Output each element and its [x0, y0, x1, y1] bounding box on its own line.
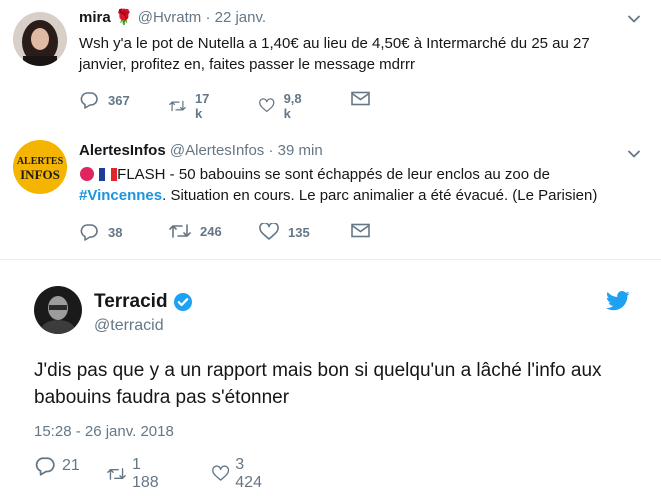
tweet-header: AlertesInfos @AlertesInfos · 39 min — [79, 142, 323, 159]
heart-icon — [259, 98, 275, 113]
retweet-icon — [107, 468, 126, 480]
reply-button[interactable]: 38 — [79, 223, 122, 241]
chevron-down-icon[interactable] — [627, 12, 641, 26]
tweet-header: mira 🌹 @Hvratm · 22 janv. — [79, 8, 266, 26]
reply-icon — [80, 92, 98, 109]
reply-button[interactable]: 21 — [34, 456, 80, 476]
twitter-bird-icon[interactable] — [606, 291, 630, 311]
reply-button[interactable]: 367 — [79, 91, 130, 109]
verified-badge-icon — [173, 293, 192, 311]
retweet-icon — [169, 224, 191, 238]
reply-icon — [80, 224, 98, 241]
red-circle-icon — [80, 167, 94, 181]
reply-count: 21 — [62, 457, 80, 474]
retweet-button[interactable]: 17 k — [169, 91, 214, 121]
timestamp[interactable]: 39 min — [278, 142, 323, 159]
author-display-name[interactable]: Terracid — [94, 291, 168, 313]
handle[interactable]: @Hvratm — [138, 9, 202, 26]
message-button[interactable] — [351, 223, 370, 238]
envelope-icon — [351, 223, 370, 238]
reply-count: 38 — [108, 224, 123, 240]
separator: · — [268, 142, 274, 159]
embedded-timestamp[interactable]: 15:28 - 26 janv. 2018 — [34, 423, 174, 440]
hashtag-link[interactable]: #Vincennes — [79, 187, 162, 204]
retweet-count: 246 — [200, 223, 222, 239]
france-flag-icon — [99, 168, 118, 181]
author-name[interactable]: Terracid — [94, 291, 193, 313]
rose-emoji: 🌹 — [114, 9, 134, 26]
tweet-text: FLASH - 50 babouins se sont échappés de … — [79, 164, 619, 206]
message-button[interactable] — [351, 91, 370, 106]
heart-icon — [259, 223, 279, 240]
tweet-text: Wsh y'a le pot de Nutella a 1,40€ au lie… — [79, 35, 590, 73]
like-button[interactable]: 9,8 k — [259, 91, 306, 121]
heart-icon — [212, 465, 230, 481]
tweet-mira[interactable]: mira 🌹 @Hvratm · 22 janv. Wsh y'a le pot… — [0, 0, 661, 124]
retweet-button[interactable]: 246 — [169, 223, 222, 239]
reply-icon — [35, 457, 55, 476]
like-count: 135 — [288, 224, 310, 240]
tweet-text-suffix: . Situation en cours. Le parc animalier … — [162, 187, 598, 204]
avatar-mira[interactable] — [13, 12, 67, 66]
avatar-logo-text-1: ALERTES — [17, 156, 64, 167]
tweet-alertesinfos[interactable]: ALERTES INFOS AlertesInfos @AlertesInfos… — [0, 127, 661, 260]
retweet-button[interactable]: 1 188 — [107, 456, 164, 492]
author-handle[interactable]: @terracid — [94, 317, 164, 335]
retweet-icon — [169, 100, 186, 112]
display-name[interactable]: AlertesInfos — [79, 142, 166, 159]
handle[interactable]: @AlertesInfos — [170, 142, 264, 159]
separator: · — [205, 9, 211, 26]
timestamp[interactable]: 22 janv. — [215, 9, 266, 26]
avatar-logo-text-2: INFOS — [20, 167, 60, 182]
chevron-down-icon[interactable] — [627, 147, 641, 161]
retweet-count: 17 k — [194, 91, 210, 121]
retweet-count: 1 188 — [132, 456, 159, 491]
tweet-text-prefix: FLASH - 50 babouins se sont échappés de … — [117, 166, 550, 183]
like-count: 9,8 k — [283, 91, 302, 121]
avatar-alertesinfos[interactable]: ALERTES INFOS — [13, 140, 67, 194]
like-count: 3 424 — [235, 456, 262, 491]
reply-count: 367 — [108, 92, 130, 108]
embedded-tweet-text: J'dis pas que y a un rapport mais bon si… — [34, 360, 602, 408]
envelope-icon — [351, 91, 370, 106]
like-button[interactable]: 3 424 — [212, 456, 267, 492]
avatar-terracid[interactable] — [34, 286, 82, 334]
display-name[interactable]: mira — [79, 9, 111, 26]
like-button[interactable]: 135 — [259, 223, 310, 241]
